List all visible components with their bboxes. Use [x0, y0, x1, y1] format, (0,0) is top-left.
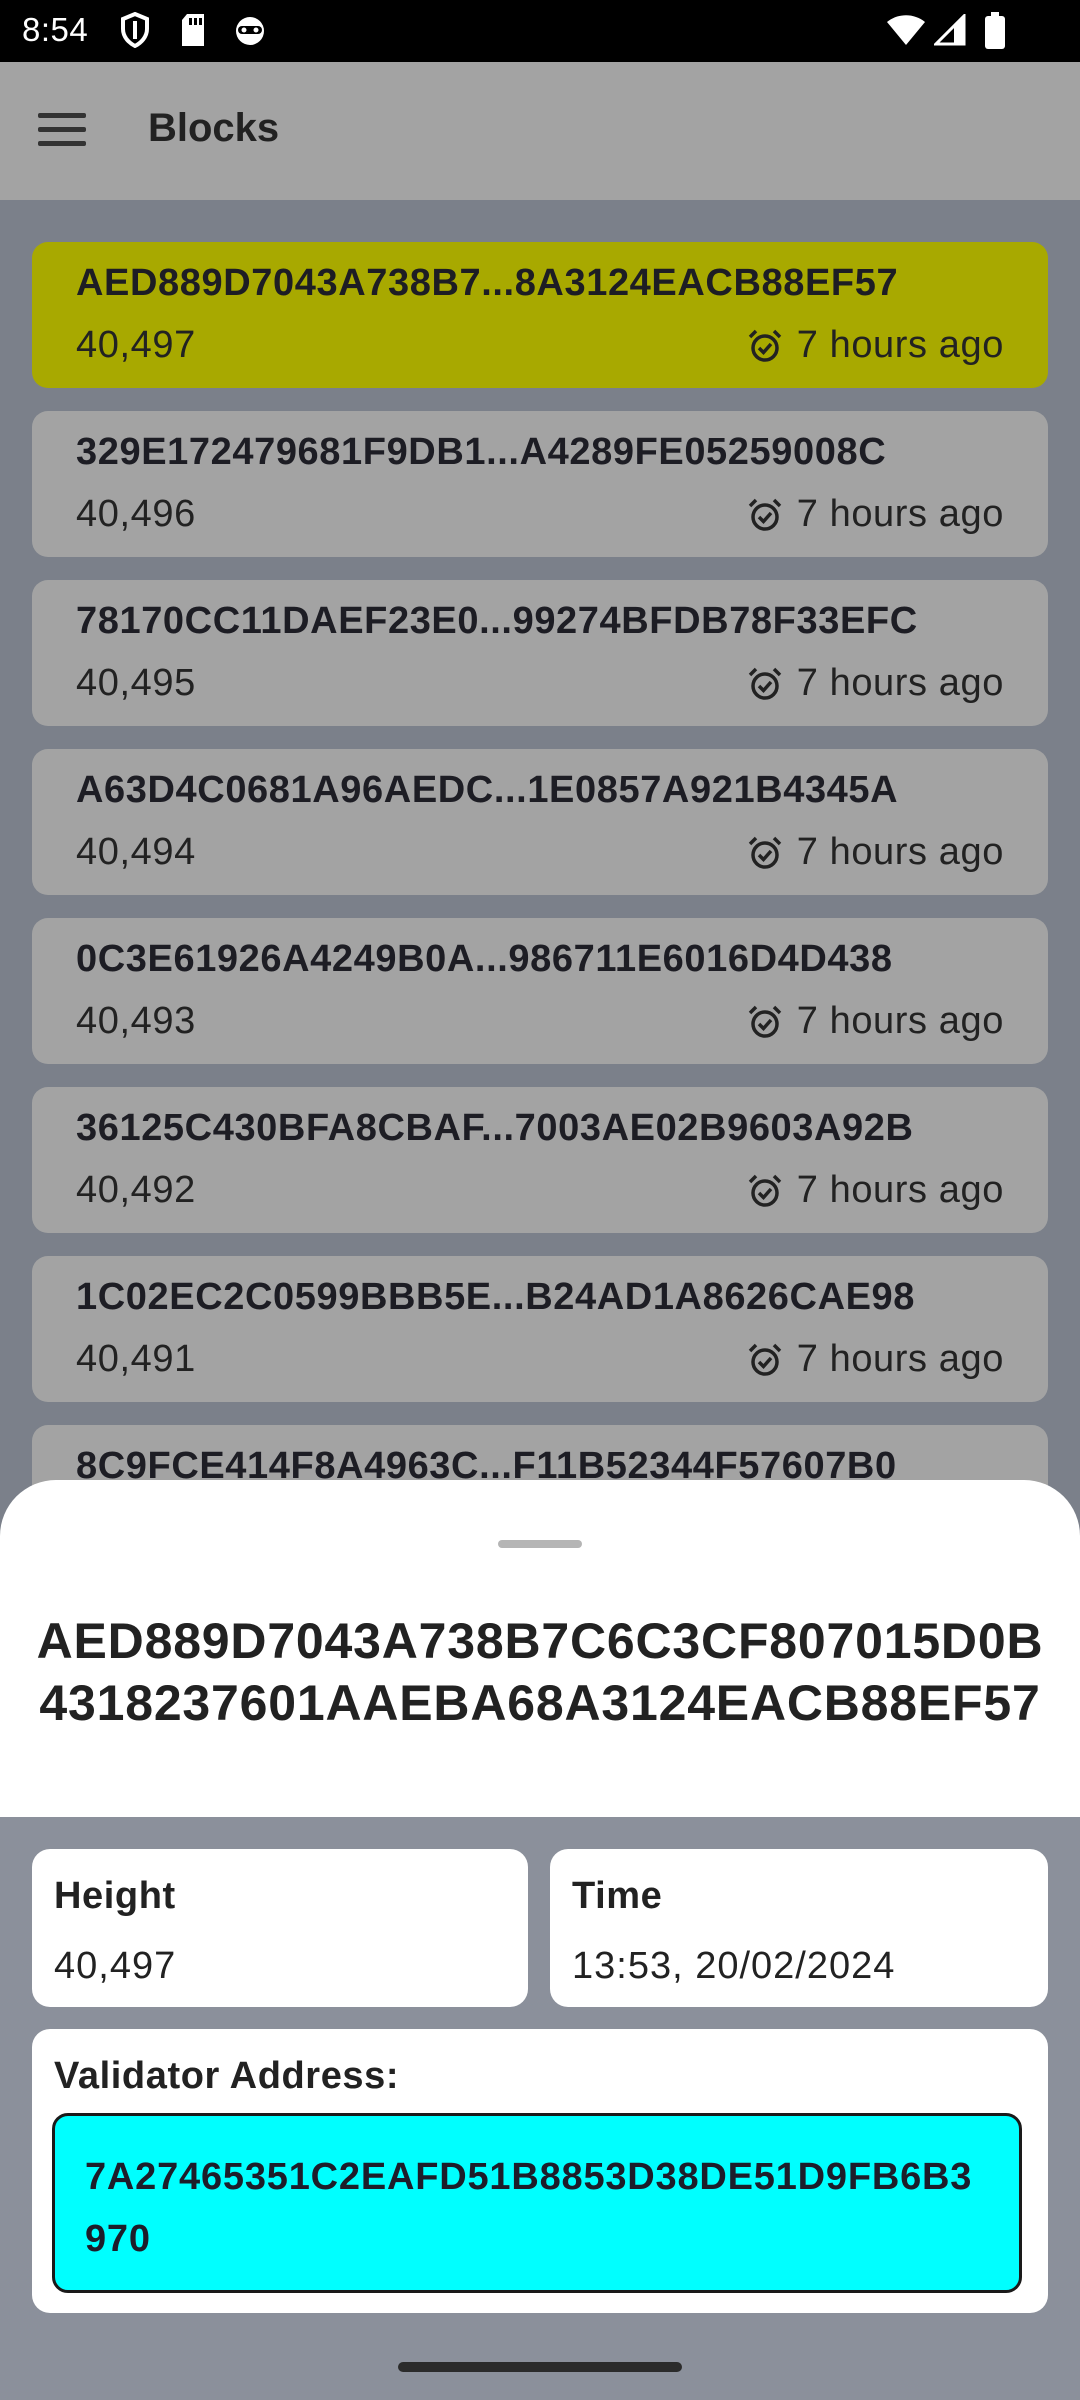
block-hash: 1C02EC2C0599BBB5E...B24AD1A8626CAE98: [76, 1276, 916, 1318]
block-height: 40,497: [76, 324, 196, 366]
block-hash: A63D4C0681A96AEDC...1E0857A921B4345A: [76, 769, 899, 811]
block-height: 40,493: [76, 1000, 196, 1042]
block-time: 7 hours ago: [747, 493, 1004, 536]
block-hash: 0C3E61926A4249B0A...986711E6016D4D438: [76, 938, 893, 980]
block-time-text: 7 hours ago: [796, 493, 1004, 535]
block-height: 40,496: [76, 493, 196, 535]
drag-handle[interactable]: [498, 1540, 582, 1548]
block-time: 7 hours ago: [747, 831, 1004, 874]
block-time-text: 7 hours ago: [796, 324, 1004, 366]
detail-area: Height 40,497 Time 13:53, 20/02/2024 Val…: [0, 1817, 1080, 2400]
block-height: 40,491: [76, 1338, 196, 1380]
block-card[interactable]: 36125C430BFA8CBAF...7003AE02B9603A92B 40…: [32, 1087, 1048, 1233]
block-hash-title: AED889D7043A738B7C6C3CF807015D0B43182376…: [36, 1613, 1044, 1731]
sd-card-icon: [182, 14, 204, 46]
time-card: Time 13:53, 20/02/2024: [550, 1849, 1048, 2007]
alarm-clock-icon: [748, 1343, 781, 1376]
block-time: 7 hours ago: [747, 1338, 1004, 1381]
height-label: Height: [54, 1875, 176, 1917]
alarm-clock-icon: [748, 836, 781, 869]
gesture-nav-bar[interactable]: [398, 2362, 682, 2372]
validator-card: Validator Address: 7A27465351C2EAFD51B88…: [32, 2029, 1048, 2313]
alarm-clock-icon: [748, 498, 781, 531]
block-time: 7 hours ago: [747, 1000, 1004, 1043]
page-title: Blocks: [148, 106, 280, 150]
block-card[interactable]: 1C02EC2C0599BBB5E...B24AD1A8626CAE98 40,…: [32, 1256, 1048, 1402]
block-time-text: 7 hours ago: [796, 831, 1004, 873]
block-hash: 78170CC11DAEF23E0...99274BFDB78F33EFC: [76, 600, 918, 642]
block-time-text: 7 hours ago: [796, 1169, 1004, 1211]
alarm-clock-icon: [748, 1005, 781, 1038]
alarm-clock-icon: [748, 329, 781, 362]
block-time: 7 hours ago: [747, 1169, 1004, 1212]
block-detail-sheet: AED889D7043A738B7C6C3CF807015D0B43182376…: [0, 1480, 1080, 2400]
shield-icon: [121, 12, 149, 48]
height-value: 40,497: [54, 1945, 177, 1987]
block-hash: 329E172479681F9DB1...A4289FE05259008C: [76, 431, 887, 473]
hamburger-menu-icon[interactable]: [30, 107, 96, 157]
validator-address-box[interactable]: 7A27465351C2EAFD51B8853D38DE51D9FB6B3970: [52, 2113, 1022, 2293]
block-card[interactable]: AED889D7043A738B7...8A3124EACB88EF57 40,…: [32, 242, 1048, 388]
time-value: 13:53, 20/02/2024: [572, 1945, 896, 1987]
android-robot-icon: [236, 17, 264, 45]
block-card[interactable]: 329E172479681F9DB1...A4289FE05259008C 40…: [32, 411, 1048, 557]
block-time: 7 hours ago: [747, 324, 1004, 367]
block-list[interactable]: AED889D7043A738B7...8A3124EACB88EF57 40,…: [0, 200, 1080, 1500]
block-card[interactable]: 78170CC11DAEF23E0...99274BFDB78F33EFC 40…: [32, 580, 1048, 726]
block-time: 7 hours ago: [747, 662, 1004, 705]
status-time: 8:54: [22, 11, 89, 48]
battery-icon: [985, 12, 1005, 49]
height-card: Height 40,497: [32, 1849, 528, 2007]
block-height: 40,495: [76, 662, 196, 704]
time-label: Time: [572, 1875, 663, 1917]
block-time-text: 7 hours ago: [796, 1338, 1004, 1380]
validator-label: Validator Address:: [54, 2055, 400, 2097]
validator-address[interactable]: 7A27465351C2EAFD51B8853D38DE51D9FB6B3970: [85, 2146, 985, 2270]
block-height: 40,492: [76, 1169, 196, 1211]
block-hash: AED889D7043A738B7...8A3124EACB88EF57: [76, 262, 899, 304]
alarm-clock-icon: [748, 667, 781, 700]
block-card[interactable]: 0C3E61926A4249B0A...986711E6016D4D438 40…: [32, 918, 1048, 1064]
cell-signal-icon: [934, 14, 966, 46]
block-hash: 36125C430BFA8CBAF...7003AE02B9603A92B: [76, 1107, 914, 1149]
block-card[interactable]: A63D4C0681A96AEDC...1E0857A921B4345A 40,…: [32, 749, 1048, 895]
status-bar: 8:54: [0, 0, 1080, 62]
alarm-clock-icon: [748, 1174, 781, 1207]
wifi-icon: [887, 15, 925, 45]
app-bar: Blocks: [0, 62, 1080, 200]
block-time-text: 7 hours ago: [796, 1000, 1004, 1042]
block-height: 40,494: [76, 831, 196, 873]
block-time-text: 7 hours ago: [796, 662, 1004, 704]
